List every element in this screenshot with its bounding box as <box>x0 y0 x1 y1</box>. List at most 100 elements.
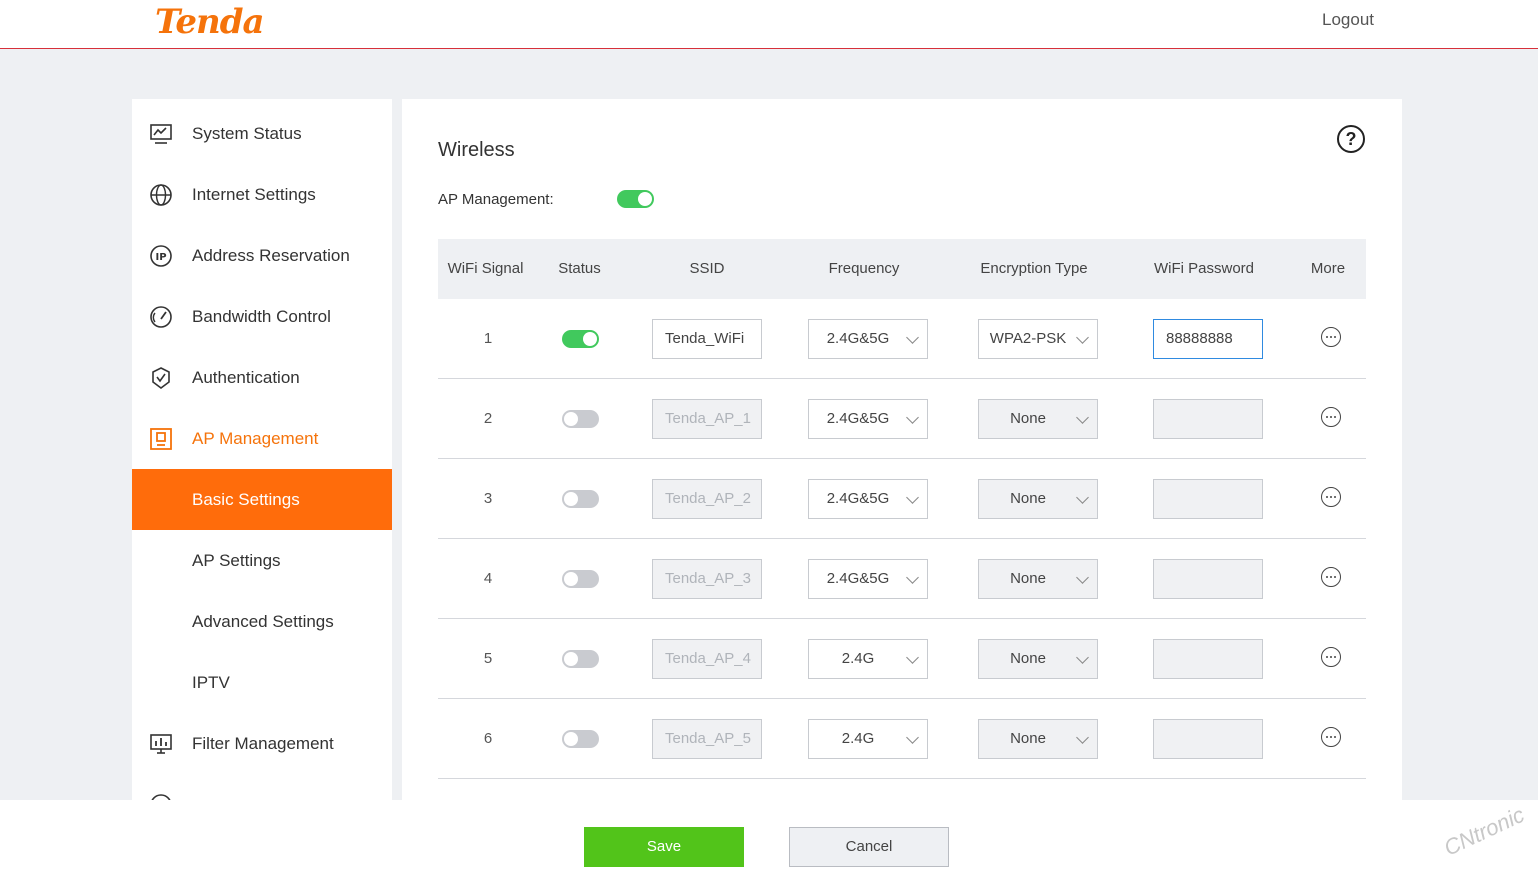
sidebar-item-bandwidth-control[interactable]: Bandwidth Control <box>132 286 392 347</box>
table-row: 6 Tenda_AP_5 2.4G None <box>438 699 1366 779</box>
dot <box>1333 655 1336 658</box>
encryption-select[interactable]: None <box>978 479 1098 519</box>
dot <box>1329 495 1332 498</box>
sidebar-item-label: AP Management <box>192 428 319 448</box>
more-options-icon[interactable] <box>1321 407 1341 427</box>
sidebar-item-iptv[interactable]: IPTV <box>132 652 392 713</box>
toggle-knob <box>564 492 578 506</box>
encryption-select[interactable]: None <box>978 399 1098 439</box>
cancel-button[interactable]: Cancel <box>789 827 949 867</box>
chevron-down-icon <box>906 491 919 504</box>
ssid-input[interactable]: Tenda_AP_4 <box>652 639 762 679</box>
wifi-signal-number: 3 <box>483 490 493 507</box>
encryption-value: None <box>1010 730 1046 747</box>
encryption-select[interactable]: None <box>978 639 1098 679</box>
more-options-icon[interactable] <box>1321 327 1341 347</box>
dot <box>1329 655 1332 658</box>
wifi-password-input[interactable] <box>1153 639 1263 679</box>
wifi-signal-number: 2 <box>483 410 493 427</box>
help-icon[interactable]: ? <box>1337 125 1365 153</box>
dot <box>1333 495 1336 498</box>
more-options-icon[interactable] <box>1321 647 1341 667</box>
dot <box>1329 735 1332 738</box>
wifi-password-input[interactable] <box>1153 479 1263 519</box>
sidebar-item-filter-management[interactable]: Filter Management <box>132 713 392 774</box>
watermark: CNtronic <box>1440 801 1529 861</box>
encryption-select[interactable]: None <box>978 719 1098 759</box>
wifi-status-toggle[interactable] <box>562 330 599 348</box>
table-row: 2 Tenda_AP_1 2.4G&5G None <box>438 379 1366 459</box>
frequency-value: 2.4G&5G <box>826 330 890 347</box>
wifi-status-toggle[interactable] <box>562 650 599 668</box>
ssid-input[interactable]: Tenda_AP_5 <box>652 719 762 759</box>
sidebar-item-label: IPTV <box>192 672 230 692</box>
frequency-value: 2.4G <box>841 650 875 667</box>
dot <box>1333 335 1336 338</box>
footer-bar: Save Cancel CNtronic <box>0 800 1538 888</box>
sidebar-item-basic-settings[interactable]: Basic Settings <box>132 469 392 530</box>
tenda-logo: Tenda <box>155 2 265 42</box>
ap-management-label: AP Management: <box>438 191 554 208</box>
frequency-select[interactable]: 2.4G&5G <box>808 559 928 599</box>
sidebar-item-system-status[interactable]: System Status <box>132 103 392 164</box>
shield-check-icon <box>152 366 170 389</box>
sidebar-item-more[interactable] <box>132 774 392 800</box>
sidebar-item-label: Bandwidth Control <box>192 306 331 326</box>
wifi-password-input[interactable]: 88888888 <box>1153 319 1263 359</box>
frequency-select[interactable]: 2.4G <box>808 639 928 679</box>
chevron-down-icon <box>906 411 919 424</box>
wifi-signal-number: 4 <box>483 570 493 587</box>
main-panel: Wireless ? AP Management: WiFi Signal St… <box>402 99 1402 800</box>
frequency-select[interactable]: 2.4G <box>808 719 928 759</box>
toggle-knob <box>564 652 578 666</box>
ap-device-icon <box>150 427 172 450</box>
ssid-input[interactable]: Tenda_AP_2 <box>652 479 762 519</box>
more-options-icon[interactable] <box>1321 727 1341 747</box>
more-options-icon[interactable] <box>1321 567 1341 587</box>
ip-icon: IP <box>150 244 172 267</box>
sidebar-item-ap-management[interactable]: AP Management <box>132 408 392 469</box>
dot <box>1333 415 1336 418</box>
wifi-signal-number: 5 <box>483 650 493 667</box>
save-button[interactable]: Save <box>584 827 744 867</box>
dot <box>1329 415 1332 418</box>
dot <box>1333 575 1336 578</box>
ap-management-toggle[interactable] <box>617 190 654 208</box>
wifi-status-toggle[interactable] <box>562 570 599 588</box>
wifi-password-input[interactable] <box>1153 719 1263 759</box>
sidebar-item-authentication[interactable]: Authentication <box>132 347 392 408</box>
encryption-select[interactable]: WPA2-PSK <box>978 319 1098 359</box>
chevron-down-icon <box>1076 571 1089 584</box>
wifi-status-toggle[interactable] <box>562 730 599 748</box>
sidebar-item-ap-settings[interactable]: AP Settings <box>132 530 392 591</box>
frequency-select[interactable]: 2.4G&5G <box>808 319 928 359</box>
ssid-input[interactable]: Tenda_AP_1 <box>652 399 762 439</box>
dot <box>1329 575 1332 578</box>
encryption-value: WPA2-PSK <box>989 330 1067 347</box>
frequency-select[interactable]: 2.4G&5G <box>808 479 928 519</box>
top-bar: Tenda Logout <box>0 0 1538 49</box>
sidebar-item-label: Basic Settings <box>192 489 300 509</box>
logout-link[interactable]: Logout <box>1322 10 1374 30</box>
ssid-input[interactable]: Tenda_WiFi <box>652 319 762 359</box>
sidebar-item-advanced-settings[interactable]: Advanced Settings <box>132 591 392 652</box>
dot <box>1325 495 1328 498</box>
column-header: More <box>1310 260 1346 277</box>
more-options-icon[interactable] <box>1321 487 1341 507</box>
dot <box>1325 735 1328 738</box>
ssid-input[interactable]: Tenda_AP_3 <box>652 559 762 599</box>
wifi-password-input[interactable] <box>1153 399 1263 439</box>
wifi-password-input[interactable] <box>1153 559 1263 599</box>
frequency-select[interactable]: 2.4G&5G <box>808 399 928 439</box>
monitor-chart-icon <box>150 123 172 144</box>
sidebar-item-internet-settings[interactable]: Internet Settings <box>132 164 392 225</box>
wifi-status-toggle[interactable] <box>562 490 599 508</box>
sidebar-item-label: Filter Management <box>192 733 334 753</box>
chevron-down-icon <box>1076 731 1089 744</box>
frequency-value: 2.4G&5G <box>826 410 890 427</box>
toggle-knob <box>564 572 578 586</box>
wifi-status-toggle[interactable] <box>562 410 599 428</box>
encryption-select[interactable]: None <box>978 559 1098 599</box>
table-row: 5 Tenda_AP_4 2.4G None <box>438 619 1366 699</box>
sidebar-item-address-reservation[interactable]: IP Address Reservation <box>132 225 392 286</box>
